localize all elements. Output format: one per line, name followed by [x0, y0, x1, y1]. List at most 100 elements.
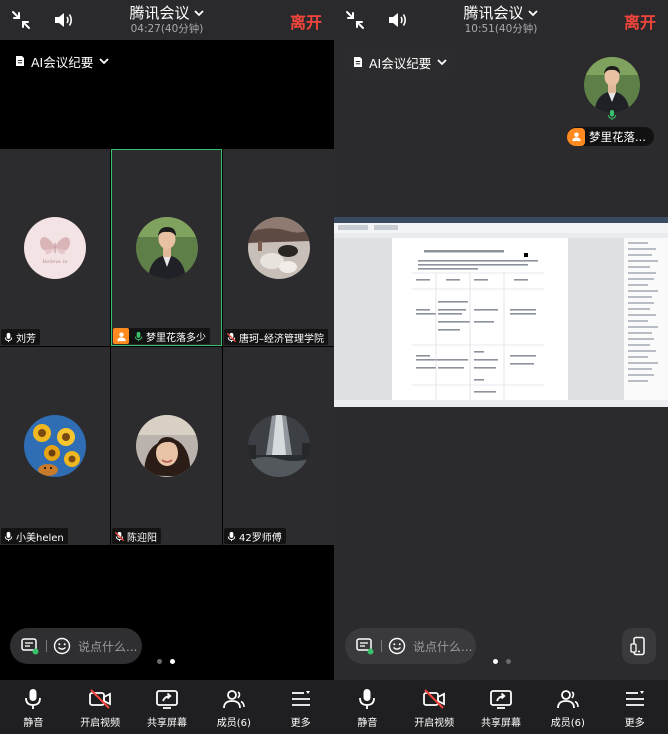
meeting-title-text: 腾讯会议	[463, 4, 524, 22]
more-label: 更多	[290, 718, 311, 729]
speaker-name: 梦里花落...	[589, 129, 646, 144]
participant-tile[interactable]: 42罗师傅	[223, 347, 334, 545]
members-icon	[222, 690, 245, 709]
members-button[interactable]: 成员(6)	[200, 680, 267, 734]
shrink-icon[interactable]	[344, 9, 366, 31]
meeting-panel-grid: 腾讯会议 04:27(40分钟) 离开 AI会议纪要 Believe in 刘芳…	[0, 0, 334, 734]
page-dot-active	[170, 659, 175, 664]
phone-icon	[630, 636, 645, 656]
mic-icon	[359, 689, 376, 709]
chat-bubble-icon[interactable]	[20, 636, 40, 656]
page-indicator	[157, 659, 175, 664]
mute-button[interactable]: 静音	[0, 680, 67, 734]
avatar	[247, 415, 310, 477]
share-screen-icon	[490, 690, 512, 709]
host-badge	[113, 328, 129, 344]
video-off-icon	[89, 689, 112, 709]
top-bar: 腾讯会议 10:51(40分钟) 离开	[334, 0, 668, 40]
share-screen-button[interactable]: 共享屏幕	[468, 680, 535, 734]
emoji-icon[interactable]	[388, 637, 406, 655]
ai-summary-button[interactable]: AI会议纪要	[344, 49, 458, 75]
share-screen-button[interactable]: 共享屏幕	[134, 680, 201, 734]
start-video-button[interactable]: 开启视频	[401, 680, 468, 734]
shared-screen[interactable]	[334, 217, 668, 407]
participant-name: 唐珂–经济管理学院	[239, 333, 324, 345]
start-video-label: 开启视频	[414, 718, 455, 729]
members-button[interactable]: 成员(6)	[534, 680, 601, 734]
speaker-icon[interactable]	[52, 9, 74, 31]
participant-name-tag: 42罗师傅	[224, 528, 286, 544]
speaker-icon[interactable]	[386, 9, 408, 31]
chat-bubble-icon[interactable]	[355, 636, 375, 656]
chevron-down-icon	[437, 59, 447, 66]
speaker-name-tag: 梦里花落...	[567, 127, 654, 146]
svg-text:Believe in: Believe in	[42, 259, 68, 265]
mic-active-icon	[133, 331, 144, 342]
mute-button[interactable]: 静音	[334, 680, 401, 734]
switch-device-button[interactable]	[622, 628, 656, 664]
share-screen-label: 共享屏幕	[146, 718, 187, 729]
participant-tile-active[interactable]: 梦里花落多少	[111, 149, 222, 346]
meeting-title-area[interactable]: 腾讯会议 10:51(40分钟)	[414, 3, 588, 36]
emoji-icon[interactable]	[53, 637, 71, 655]
more-button[interactable]: 更多	[267, 680, 334, 734]
mic-icon	[3, 332, 14, 343]
avatar	[135, 415, 198, 477]
meeting-panel-share: 腾讯会议 10:51(40分钟) 离开 AI会议纪要 梦里花落... 说点什么.…	[334, 0, 668, 734]
participant-tile[interactable]: 陈迎阳	[111, 347, 222, 545]
bottom-toolbar: 静音 开启视频 共享屏幕 成员(6) 更多	[0, 680, 334, 734]
mic-icon	[226, 531, 237, 542]
meeting-duration: 10:51(40分钟)	[464, 23, 538, 35]
page-dot-active	[493, 659, 498, 664]
shared-document-image	[334, 217, 668, 407]
chat-input-bar[interactable]: 说点什么...	[10, 628, 142, 664]
more-icon	[291, 691, 310, 706]
chevron-down-icon	[99, 58, 109, 65]
participant-name-tag: 陈迎阳	[112, 528, 161, 544]
leave-button[interactable]: 离开	[624, 9, 656, 33]
speaker-video-thumbnail[interactable]	[584, 57, 640, 113]
host-badge	[567, 127, 585, 146]
document-icon	[354, 57, 362, 67]
chat-input-bar[interactable]: 说点什么...	[345, 628, 476, 664]
leave-button[interactable]: 离开	[290, 9, 322, 33]
divider	[46, 640, 47, 652]
bottom-toolbar: 静音 开启视频 共享屏幕 成员(6) 更多	[334, 680, 668, 734]
start-video-button[interactable]: 开启视频	[67, 680, 134, 734]
chevron-down-icon	[527, 10, 538, 17]
video-off-icon	[423, 689, 446, 709]
mic-icon	[25, 689, 42, 709]
document-icon	[16, 56, 24, 66]
participant-tile[interactable]: 唐珂–经济管理学院	[223, 149, 334, 346]
participant-name-tag: 刘芳	[1, 329, 40, 345]
person-icon	[116, 331, 127, 342]
meeting-title[interactable]: 腾讯会议	[463, 3, 538, 23]
ai-summary-button[interactable]: AI会议纪要	[6, 48, 119, 74]
mic-active-icon	[606, 109, 618, 121]
shrink-icon[interactable]	[10, 9, 32, 31]
chevron-down-icon	[193, 10, 204, 17]
divider	[381, 640, 382, 652]
mute-label: 静音	[23, 718, 44, 729]
avatar: Believe in	[24, 216, 86, 279]
more-button[interactable]: 更多	[601, 680, 668, 734]
page-dot	[157, 659, 162, 664]
ai-summary-label: AI会议纪要	[31, 54, 94, 70]
mic-muted-icon	[114, 531, 125, 542]
participant-name: 刘芳	[16, 333, 36, 345]
participant-tile[interactable]: Believe in 刘芳	[0, 149, 110, 346]
members-label: 成员(6)	[550, 718, 585, 729]
participant-grid: Believe in 刘芳 梦里花落多少 唐珂–经济管理学院 小美helen 陈…	[0, 149, 334, 545]
participant-name: 梦里花落多少	[146, 332, 206, 344]
meeting-title-text: 腾讯会议	[129, 4, 190, 22]
participant-name-tag: 唐珂–经济管理学院	[224, 329, 328, 345]
members-label: 成员(6)	[216, 718, 251, 729]
meeting-title[interactable]: 腾讯会议	[129, 3, 204, 23]
meeting-title-area[interactable]: 腾讯会议 04:27(40分钟)	[80, 3, 254, 36]
participant-tile[interactable]: 小美helen	[0, 347, 110, 545]
participant-name: 小美helen	[16, 532, 64, 544]
meeting-duration: 04:27(40分钟)	[130, 23, 204, 35]
chat-placeholder: 说点什么...	[78, 639, 138, 654]
share-screen-label: 共享屏幕	[480, 718, 521, 729]
share-screen-icon	[156, 690, 178, 709]
